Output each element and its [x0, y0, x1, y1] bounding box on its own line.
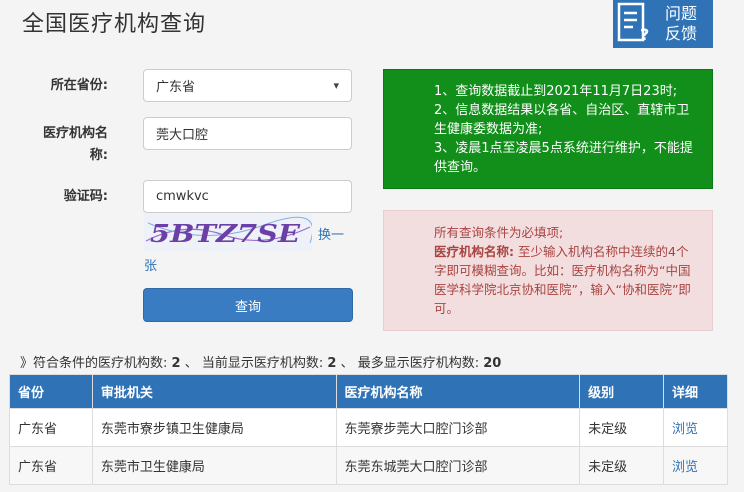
header-institution-name: 医疗机构名称: [335, 374, 581, 409]
result-summary: 》符合条件的医疗机构数: 2 、 当前显示医疗机构数: 2 、 最多显示医疗机构…: [20, 352, 501, 371]
table-row: 广东省 东莞市寮步镇卫生健康局 东莞寮步莞大口腔门诊部 未定级 浏览: [9, 408, 728, 447]
province-select-value: 广东省: [156, 80, 196, 95]
feedback-line2: 反馈: [664, 24, 697, 43]
summary-sep-2: 、 最多显示医疗机构数:: [340, 356, 480, 371]
name-label: 医疗机构名称:: [30, 123, 108, 167]
search-button[interactable]: 查询: [143, 288, 353, 322]
captcha-image: 5BTZ7SE: [144, 213, 312, 251]
header-level: 级别: [579, 374, 665, 409]
cell-level: 未定级: [579, 408, 665, 447]
header-province: 省份: [9, 374, 93, 409]
summary-shown-count: 2: [327, 356, 337, 371]
cell-institution-name: 东莞寮步莞大口腔门诊部: [335, 408, 581, 447]
summary-sep-1: 、 当前显示医疗机构数:: [184, 356, 324, 371]
captcha-text: 5BTZ7SE: [150, 219, 301, 248]
cell-institution-name: 东莞东城莞大口腔门诊部: [335, 446, 581, 485]
notice-rules-panel: 所有查询条件为必填项; 医疗机构名称: 至少输入机构名称中连续的4个字即可模糊查…: [383, 210, 713, 331]
svg-text:?: ?: [640, 25, 649, 44]
feedback-button[interactable]: ? 问题 反馈: [613, 0, 713, 48]
notice-line-3: 3、凌晨1点至凌晨5点系统进行维护，不能提供查询。: [434, 141, 693, 175]
captcha-refresh-link[interactable]: 换一: [318, 224, 344, 243]
page-title: 全国医疗机构查询: [22, 12, 207, 37]
chevron-down-icon: ▾: [333, 79, 339, 92]
summary-matched-count: 2: [171, 356, 181, 371]
cell-detail: 浏览: [663, 408, 728, 447]
feedback-line1: 问题: [664, 4, 697, 23]
rules-term: 医疗机构名称:: [434, 244, 514, 259]
rules-line-1: 所有查询条件为必填项;: [434, 225, 564, 240]
cell-level: 未定级: [579, 446, 665, 485]
view-detail-link[interactable]: 浏览: [672, 460, 698, 475]
cell-detail: 浏览: [663, 446, 728, 485]
cell-province: 广东省: [9, 446, 93, 485]
name-label-text: 医疗机构名称:: [42, 126, 108, 163]
header-detail: 详细: [663, 374, 728, 409]
cell-approval-authority: 东莞市卫生健康局: [91, 446, 337, 485]
cell-province: 广东省: [9, 408, 93, 447]
summary-max-count: 20: [483, 356, 502, 371]
notice-line-1: 1、查询数据截止到2021年11月7日23时;: [434, 84, 678, 99]
verification-code-input[interactable]: [143, 180, 352, 213]
institution-name-input[interactable]: [143, 117, 352, 150]
province-select[interactable]: 广东省 ▾: [143, 69, 352, 102]
header-approval-authority: 审批机关: [91, 374, 337, 409]
result-table: 省份 审批机关 医疗机构名称 级别 详细 广东省 东莞市寮步镇卫生健康局 东莞寮…: [9, 374, 728, 485]
rules-line-2: 医疗机构名称: 至少输入机构名称中连续的4个字即可模糊查询。比如：医疗机构名称为…: [434, 242, 700, 318]
table-header-row: 省份 审批机关 医疗机构名称 级别 详细: [9, 374, 728, 409]
feedback-document-icon: ?: [617, 2, 649, 44]
notice-line-2: 2、信息数据结果以各省、自治区、直辖市卫生健康委数据为准;: [434, 103, 690, 137]
cell-approval-authority: 东莞市寮步镇卫生健康局: [91, 408, 337, 447]
summary-prefix: 》符合条件的医疗机构数:: [20, 356, 168, 371]
notice-info-panel: 1、查询数据截止到2021年11月7日23时; 2、信息数据结果以各省、自治区、…: [383, 69, 713, 189]
view-detail-link[interactable]: 浏览: [672, 422, 698, 437]
province-label: 所在省份:: [50, 78, 108, 93]
captcha-refresh-link-cont[interactable]: 张: [144, 255, 157, 274]
table-row: 广东省 东莞市卫生健康局 东莞东城莞大口腔门诊部 未定级 浏览: [9, 446, 728, 485]
code-label: 验证码:: [63, 189, 108, 204]
